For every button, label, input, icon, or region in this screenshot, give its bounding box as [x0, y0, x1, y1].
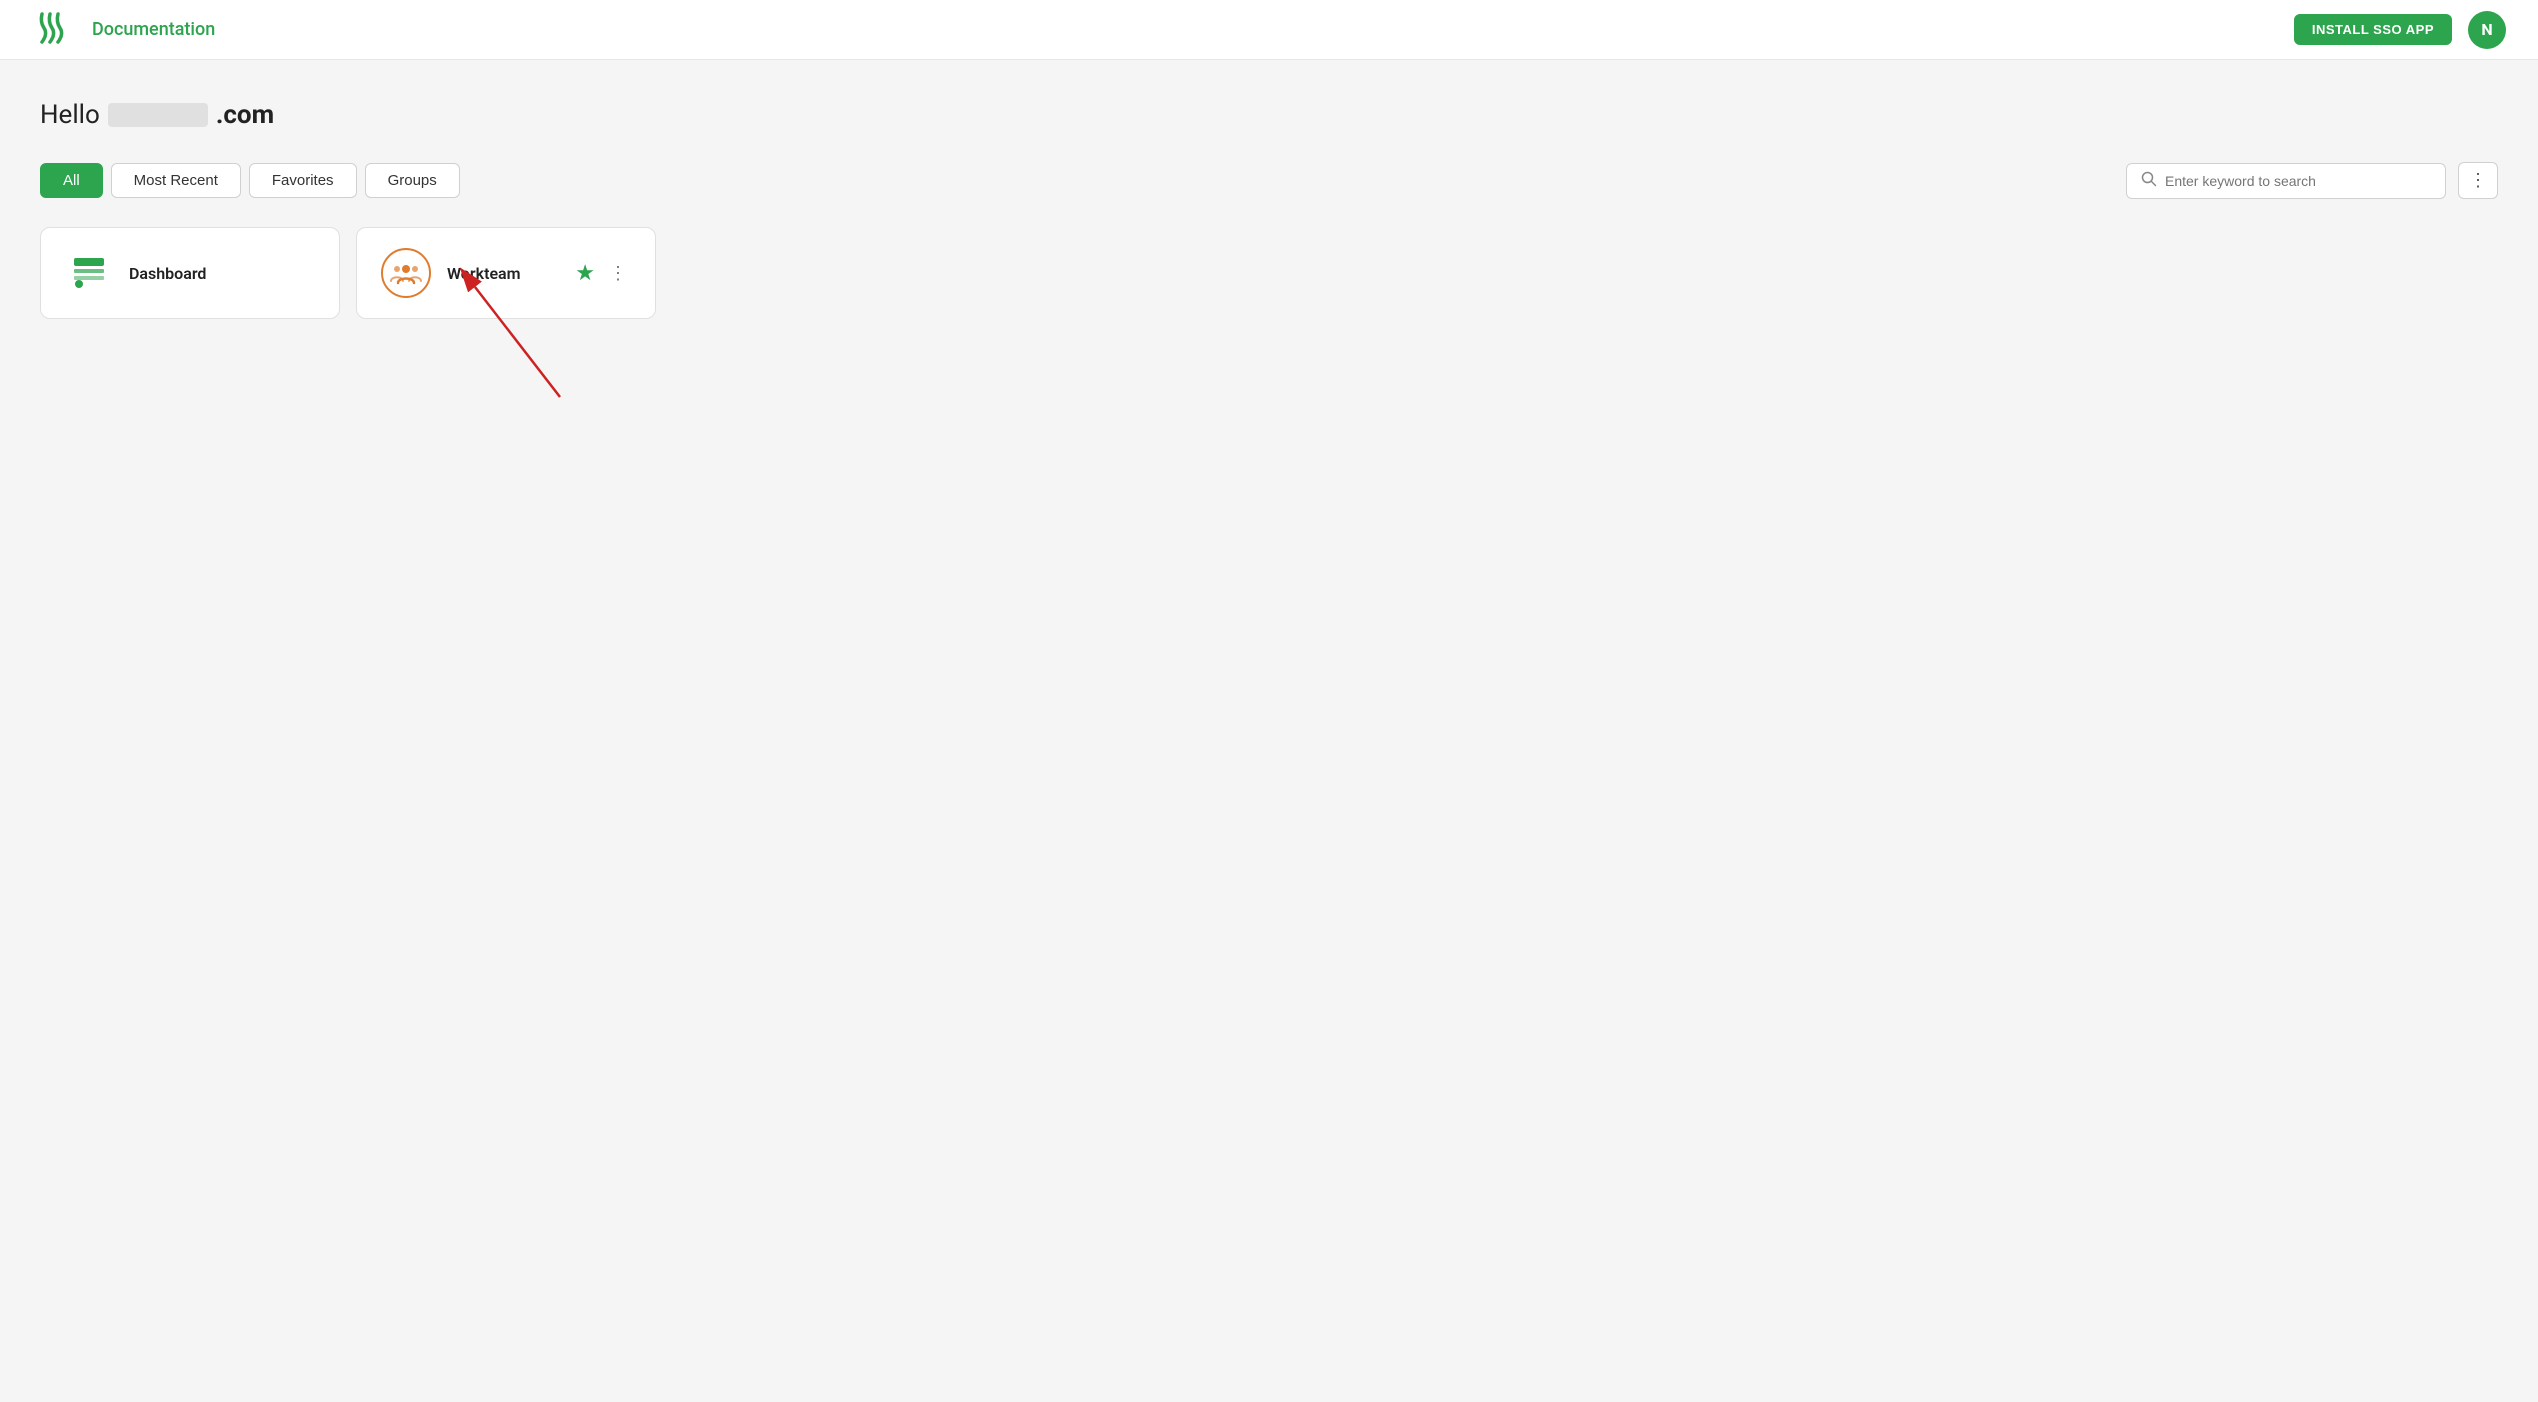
greeting-domain: .com	[216, 100, 274, 130]
cards-container: Dashboard	[40, 227, 2498, 319]
search-box	[2126, 163, 2446, 199]
search-area: ⋮	[2126, 162, 2498, 199]
logo-icon	[32, 6, 76, 54]
workteam-card-label: Workteam	[447, 264, 521, 283]
tabs-bar: All Most Recent Favorites Groups	[40, 163, 460, 198]
cards-grid: Dashboard	[40, 227, 2498, 319]
tab-most-recent[interactable]: Most Recent	[111, 163, 241, 198]
header-right: INSTALL SSO APP N	[2294, 11, 2506, 49]
main-content: Hello .com All Most Recent Favorites Gro…	[0, 60, 2538, 319]
tab-favorites[interactable]: Favorites	[249, 163, 357, 198]
favorite-star-icon[interactable]: ★	[575, 261, 595, 286]
install-sso-button[interactable]: INSTALL SSO APP	[2294, 14, 2452, 45]
header-left: Documentation	[32, 6, 215, 54]
dashboard-icon	[65, 249, 113, 297]
toolbar: All Most Recent Favorites Groups ⋮	[40, 162, 2498, 199]
app-header: Documentation INSTALL SSO APP N	[0, 0, 2538, 60]
tab-all[interactable]: All	[40, 163, 103, 198]
greeting: Hello .com	[40, 100, 2498, 130]
avatar[interactable]: N	[2468, 11, 2506, 49]
nav-title: Documentation	[92, 19, 215, 40]
search-icon	[2141, 171, 2157, 191]
search-input[interactable]	[2165, 173, 2431, 189]
user-name-placeholder	[108, 103, 208, 127]
workteam-card-actions: ★ ⋮	[575, 259, 631, 288]
workteam-icon	[381, 248, 431, 298]
dashboard-card[interactable]: Dashboard	[40, 227, 340, 319]
workteam-card[interactable]: Workteam ★ ⋮	[356, 227, 656, 319]
dashboard-card-label: Dashboard	[129, 264, 206, 283]
tab-groups[interactable]: Groups	[365, 163, 460, 198]
more-options-button[interactable]: ⋮	[2458, 162, 2498, 199]
workteam-card-left: Workteam	[381, 248, 521, 298]
workteam-more-options-button[interactable]: ⋮	[605, 259, 631, 288]
hello-text: Hello	[40, 100, 100, 130]
